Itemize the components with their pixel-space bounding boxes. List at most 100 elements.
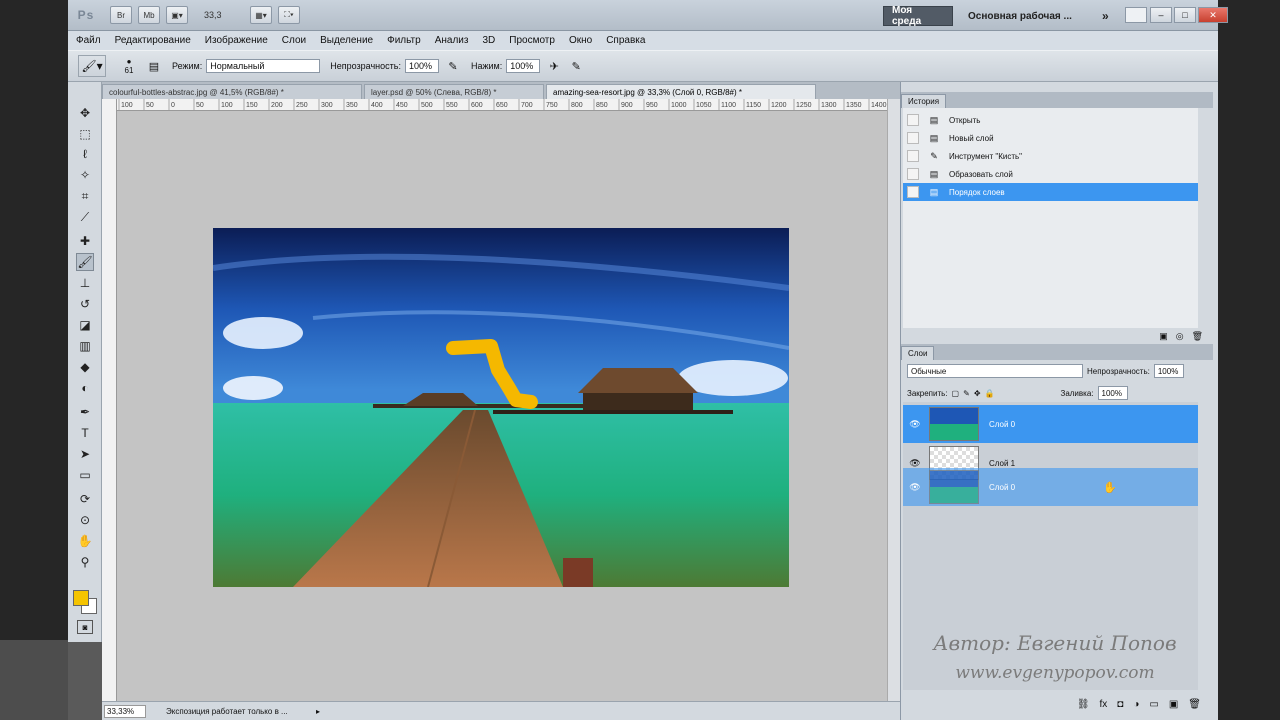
lock-position-icon[interactable]: ✥ (974, 389, 981, 398)
history-item[interactable]: ✎ Инструмент "Кисть" (903, 147, 1198, 165)
new-layer-icon[interactable]: ▣ (1169, 699, 1178, 710)
adjustment-layer-icon[interactable]: ◑ (1133, 699, 1139, 710)
arrange-documents-button[interactable]: ▦▾ (250, 6, 272, 24)
history-source-checkbox[interactable] (907, 114, 919, 126)
opacity-field[interactable]: 100% (404, 59, 439, 73)
tab-layer-psd[interactable]: layer.psd @ 50% (Слева, RGB/8) * (364, 84, 544, 99)
gradient-tool-icon[interactable]: ▥ (76, 337, 94, 355)
marquee-tool-icon[interactable]: ⬚ (76, 125, 94, 143)
healing-brush-tool-icon[interactable]: ✚ (76, 232, 94, 250)
layer-row-dragging[interactable]: 👁 Слой 0 ✋ (903, 468, 1198, 506)
status-zoom-field[interactable]: 33,33% (104, 704, 146, 718)
workspace-main-button[interactable]: Основная рабочая ... (960, 6, 1088, 26)
cs-live-button[interactable] (1125, 7, 1147, 23)
minimize-button[interactable]: – (1150, 7, 1172, 23)
more-workspaces-button[interactable]: » (1094, 6, 1118, 26)
history-source-checkbox[interactable] (907, 168, 919, 180)
3d-rotate-tool-icon[interactable]: ⟳ (76, 490, 94, 508)
menu-image[interactable]: Изображение (205, 35, 268, 46)
layer-opacity-field[interactable]: 100% (1153, 364, 1184, 378)
mini-bridge-button[interactable]: Mb (138, 6, 160, 24)
extras-button[interactable]: ▣▾ (166, 6, 188, 24)
new-group-icon[interactable]: ▭ (1149, 699, 1158, 710)
clone-stamp-tool-icon[interactable]: ⊥ (76, 274, 94, 292)
menu-view[interactable]: Просмотр (509, 35, 555, 46)
menu-window[interactable]: Окно (569, 35, 592, 46)
bridge-button[interactable]: Br (110, 6, 132, 24)
vertical-scrollbar[interactable] (887, 99, 900, 701)
status-info[interactable]: Экспозиция работает только в ... (166, 707, 316, 716)
type-tool-icon[interactable]: T (76, 424, 94, 442)
screen-mode-button[interactable]: ⛶▾ (278, 6, 300, 24)
history-source-checkbox[interactable] (907, 132, 919, 144)
shape-tool-icon[interactable]: ▭ (76, 466, 94, 484)
menu-help[interactable]: Справка (606, 35, 645, 46)
history-item-selected[interactable]: ▤ Порядок слоев (903, 183, 1198, 201)
quick-mask-icon[interactable]: ◙ (77, 620, 93, 634)
layer-mask-icon[interactable]: ◘ (1117, 699, 1123, 710)
hand-tool-icon[interactable]: ✋ (76, 532, 94, 550)
link-layers-icon[interactable]: ⛓ (1077, 699, 1090, 710)
brush-tool-icon[interactable]: 🖌 (76, 253, 94, 271)
tablet-opacity-icon[interactable]: ✎ (445, 58, 461, 74)
tab-amazing-sea-resort[interactable]: amazing-sea-resort.jpg @ 33,3% (Слой 0, … (546, 84, 816, 99)
workspace-my-button[interactable]: Моя среда (883, 5, 953, 27)
pen-tool-icon[interactable]: ✒ (76, 403, 94, 421)
maximize-button[interactable]: □ (1174, 7, 1196, 23)
new-snapshot-icon[interactable]: ◎ (1176, 331, 1184, 342)
flow-field[interactable]: 100% (506, 59, 541, 73)
dodge-tool-icon[interactable]: ◐ (76, 379, 94, 397)
layer-style-icon[interactable]: fx (1100, 699, 1108, 710)
brush-preset-picker[interactable]: ● 61 (118, 57, 140, 75)
vertical-ruler[interactable] (102, 99, 117, 701)
layer-name[interactable]: Слой 1 (989, 459, 1015, 468)
tab-colourful-bottles[interactable]: colourful-bottles-abstrac.jpg @ 41,5% (R… (102, 84, 362, 99)
mode-select[interactable]: Нормальный (206, 59, 321, 73)
eyedropper-tool-icon[interactable]: ⟋ (76, 208, 94, 226)
eraser-tool-icon[interactable]: ◪ (76, 316, 94, 334)
zoom-tool-icon[interactable]: ⚲ (76, 553, 94, 571)
quick-selection-tool-icon[interactable]: ✧ (76, 166, 94, 184)
3d-orbit-tool-icon[interactable]: ⊙ (76, 511, 94, 529)
menu-analysis[interactable]: Анализ (435, 35, 469, 46)
visibility-eye-icon[interactable]: 👁 (907, 480, 923, 494)
delete-state-icon[interactable]: 🗑 (1192, 331, 1203, 342)
menu-3d[interactable]: 3D (482, 35, 495, 46)
resort-photo[interactable] (213, 228, 789, 587)
fill-field[interactable]: 100% (1097, 386, 1128, 400)
menu-select[interactable]: Выделение (320, 35, 373, 46)
lock-pixels-icon[interactable]: ✎ (963, 389, 970, 398)
history-item[interactable]: ▤ Образовать слой (903, 165, 1198, 183)
lasso-tool-icon[interactable]: ℓ (76, 145, 94, 163)
foreground-color-swatch[interactable] (73, 590, 89, 606)
lock-transparency-icon[interactable]: ▢ (952, 389, 960, 398)
blur-tool-icon[interactable]: ◆ (76, 358, 94, 376)
layer-name[interactable]: Слой 0 (989, 483, 1015, 492)
close-button[interactable]: ✕ (1198, 7, 1228, 23)
tab-history[interactable]: История (901, 94, 947, 108)
tool-preset-picker[interactable]: 🖌▾ (78, 55, 106, 77)
move-tool-icon[interactable]: ✥ (76, 104, 94, 122)
menu-edit[interactable]: Редактирование (115, 35, 191, 46)
history-item[interactable]: ▤ Открыть (903, 111, 1198, 129)
lock-all-icon[interactable]: 🔒 (985, 389, 995, 398)
menu-layer[interactable]: Слои (282, 35, 306, 46)
zoom-level[interactable]: 33,3 (204, 7, 244, 23)
menu-file[interactable]: Файл (76, 35, 101, 46)
crop-tool-icon[interactable]: ⌗ (76, 187, 94, 205)
history-brush-tool-icon[interactable]: ↺ (76, 295, 94, 313)
path-selection-tool-icon[interactable]: ➤ (76, 445, 94, 463)
layer-row-selected[interactable]: 👁 Слой 0 (903, 405, 1198, 443)
menu-filter[interactable]: Фильтр (387, 35, 421, 46)
new-document-from-state-icon[interactable]: ▣ (1159, 331, 1168, 342)
delete-layer-icon[interactable]: 🗑 (1188, 699, 1201, 710)
tablet-size-icon[interactable]: ✎ (568, 58, 584, 74)
airbrush-icon[interactable]: ✈ (546, 58, 562, 74)
status-arrow-icon[interactable]: ▸ (316, 707, 320, 716)
history-source-checkbox[interactable] (907, 150, 919, 162)
tab-layers[interactable]: Слои (901, 346, 935, 360)
history-item[interactable]: ▤ Новый слой (903, 129, 1198, 147)
history-source-checkbox[interactable] (907, 186, 919, 198)
horizontal-ruler[interactable]: 100 50 0 50 100 150 200 250 300 350 400 450 500 550 60… (117, 99, 887, 111)
visibility-eye-icon[interactable]: 👁 (907, 417, 923, 431)
